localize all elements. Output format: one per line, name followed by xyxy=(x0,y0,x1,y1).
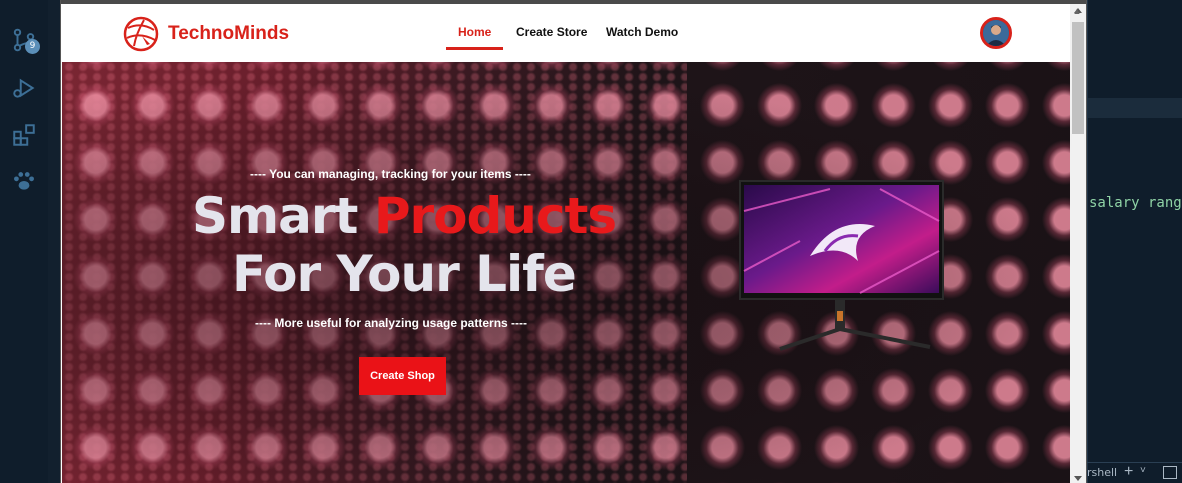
terminal-dropdown-icon[interactable]: ˅ xyxy=(1140,465,1146,476)
run-debug-icon[interactable] xyxy=(11,75,37,101)
monitor-image xyxy=(739,180,944,351)
headline-word-products: Products xyxy=(373,187,617,245)
nav-link-home[interactable]: Home xyxy=(458,25,491,39)
nav-link-create-store[interactable]: Create Store xyxy=(516,25,587,39)
navbar: TechnoMinds Home Create Store Watch Demo xyxy=(62,4,1070,62)
editor-current-line xyxy=(1087,98,1182,118)
editor-panel xyxy=(1087,0,1182,483)
paw-icon[interactable] xyxy=(11,168,37,194)
hero-tagline-bottom: ---- More useful for analyzing usage pat… xyxy=(255,316,528,330)
hero-section: ---- You can managing, tracking for your… xyxy=(62,62,1070,483)
hero-headline-line2: For Your Life xyxy=(232,245,577,303)
split-terminal-icon[interactable] xyxy=(1163,466,1177,479)
scroll-thumb[interactable] xyxy=(1072,22,1084,134)
collapse-icon[interactable]: ▲ xyxy=(1071,6,1083,18)
activity-bar: 9 xyxy=(0,0,48,483)
new-terminal-icon[interactable]: + xyxy=(1124,463,1133,481)
terminal-label[interactable]: rshell xyxy=(1087,466,1117,479)
code-snippet: salary rang xyxy=(1089,195,1182,211)
hero-headline-line1: Smart Products xyxy=(192,186,617,246)
editor-divider xyxy=(1087,0,1088,483)
headline-word-smart: Smart xyxy=(192,187,358,245)
page-scrollbar[interactable] xyxy=(1070,4,1086,483)
nav-link-watch-demo[interactable]: Watch Demo xyxy=(606,25,678,39)
nav-active-indicator xyxy=(446,47,503,50)
brand-name[interactable]: TechnoMinds xyxy=(168,23,289,45)
scroll-down-icon[interactable] xyxy=(1074,476,1082,481)
create-shop-button[interactable]: Create Shop xyxy=(359,357,446,395)
hero-tagline-top: ---- You can managing, tracking for your… xyxy=(250,167,531,181)
extensions-icon[interactable] xyxy=(11,122,37,148)
user-avatar[interactable] xyxy=(980,17,1012,49)
logo-icon[interactable] xyxy=(122,16,160,52)
source-control-badge: 9 xyxy=(25,39,40,54)
